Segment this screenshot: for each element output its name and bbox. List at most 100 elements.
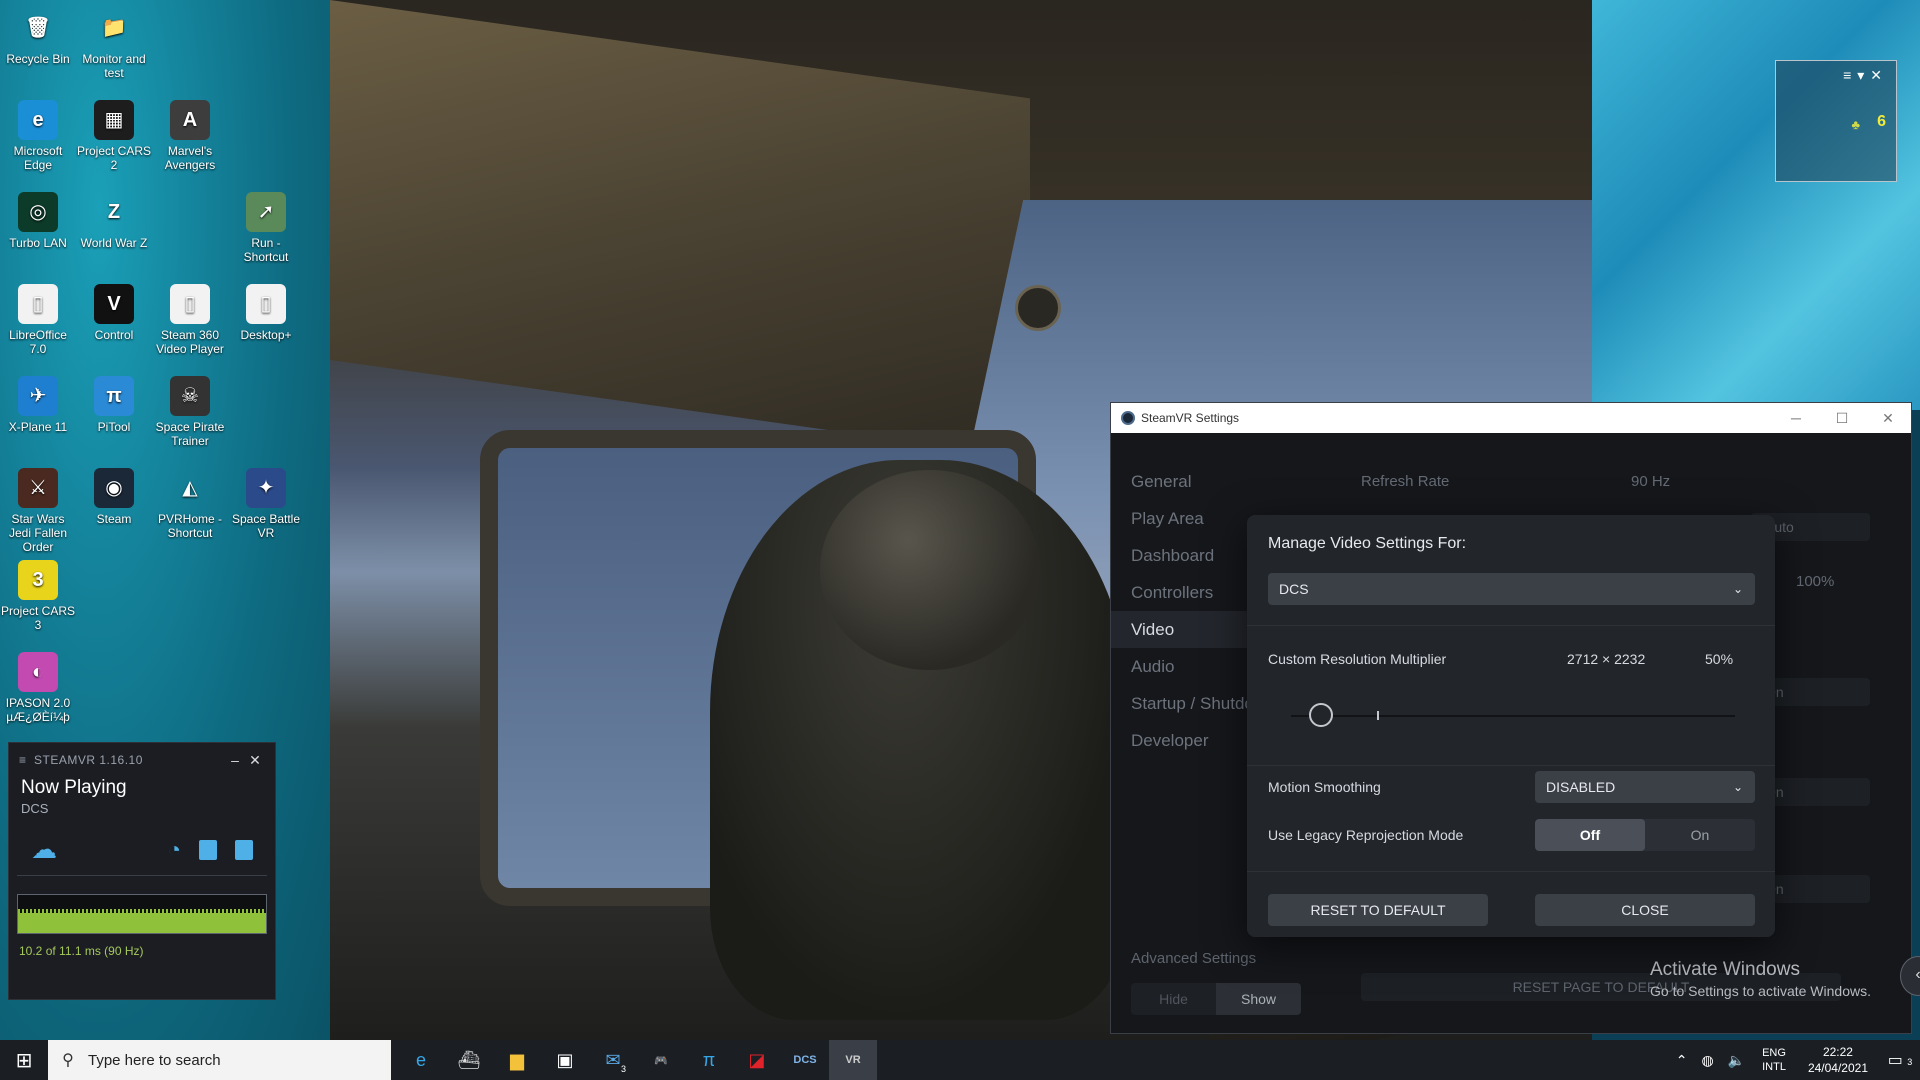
advanced-hide-option[interactable]: Hide xyxy=(1131,983,1216,1015)
settings-nav-item[interactable]: Play Area xyxy=(1111,500,1251,537)
steamvr-status-window[interactable]: ≡ STEAMVR 1.16.10 – ✕ Now Playing DCS ☁ … xyxy=(8,742,276,1000)
divider xyxy=(1247,765,1775,766)
frame-timing-graph[interactable] xyxy=(17,894,267,934)
desktop-icon[interactable]: ◎ Turbo LAN xyxy=(0,192,76,250)
desktop-icon[interactable]: 🗑 Recycle Bin xyxy=(0,8,76,66)
desktop-icon[interactable]: V Control xyxy=(76,284,152,342)
desktop-icon[interactable]: ▯ Steam 360 Video Player xyxy=(152,284,228,356)
overlay-controls[interactable]: ≡▾✕ xyxy=(1843,67,1888,84)
settings-nav-item[interactable]: Video xyxy=(1111,611,1251,648)
desktop-icon[interactable]: ◭ PVRHome - Shortcut xyxy=(152,468,228,540)
menu-icon[interactable]: ≡ xyxy=(19,753,26,767)
desktop-icon[interactable]: ▦ Project CARS 2 xyxy=(76,100,152,172)
volume-icon[interactable]: 🔈 xyxy=(1721,1052,1752,1069)
settings-nav-item[interactable]: Developer xyxy=(1111,722,1251,759)
notifications-button[interactable]: ▭ 3 xyxy=(1880,1050,1920,1070)
advanced-settings-toggle[interactable]: Hide Show xyxy=(1131,983,1301,1015)
controller-icon[interactable]: ◔ xyxy=(168,837,181,863)
legacy-reprojection-toggle[interactable]: Off On xyxy=(1535,819,1755,851)
app-select-dropdown[interactable]: DCS ⌄ xyxy=(1268,573,1755,605)
desktop-icon[interactable]: Z World War Z xyxy=(76,192,152,250)
desktop-icon[interactable]: ⚔ Star Wars Jedi Fallen Order xyxy=(0,468,76,554)
desktop-icon[interactable]: e Microsoft Edge xyxy=(0,100,76,172)
language-indicator[interactable]: ENG INTL xyxy=(1752,1046,1796,1074)
app-icon: ⚔ xyxy=(18,468,58,508)
settings-nav-item[interactable]: Controllers xyxy=(1111,574,1251,611)
overhead-panel xyxy=(330,0,1030,459)
settings-nav-item[interactable]: General xyxy=(1111,463,1251,500)
desktop-icon-label: World War Z xyxy=(80,236,148,250)
settings-nav-item[interactable]: Audio xyxy=(1111,648,1251,685)
base-station-icon[interactable] xyxy=(199,839,217,860)
start-button[interactable]: ⊞ xyxy=(0,1040,48,1080)
store-icon[interactable]: ▣ xyxy=(541,1040,589,1080)
steamvr-icon[interactable]: VR xyxy=(829,1040,877,1080)
close-button[interactable]: CLOSE xyxy=(1535,894,1755,926)
desktop-icon[interactable]: A Marvel's Avengers xyxy=(152,100,228,172)
chevron-up-icon[interactable]: ⌃ xyxy=(1669,1052,1695,1069)
resolution-slider-thumb[interactable] xyxy=(1309,703,1333,727)
plant-icon: ♣ xyxy=(1851,117,1860,132)
minimize-button[interactable]: – xyxy=(225,752,245,768)
maximize-icon[interactable]: ☐ xyxy=(1819,410,1865,427)
steamvr-version: STEAMVR 1.16.10 xyxy=(34,753,143,767)
clock[interactable]: 22:22 24/04/2021 xyxy=(1796,1044,1880,1076)
gamepad-icon[interactable]: 🎮 xyxy=(637,1040,685,1080)
desktop-icon[interactable]: ◉ Steam xyxy=(76,468,152,526)
pitool-icon[interactable]: π xyxy=(685,1040,733,1080)
app-icon: ◎ xyxy=(18,192,58,232)
close-icon[interactable]: ✕ xyxy=(1865,410,1911,427)
settings-nav-item[interactable]: Dashboard xyxy=(1111,537,1251,574)
desktop-icon[interactable]: π PiTool xyxy=(76,376,152,434)
chevron-down-icon: ⌄ xyxy=(1732,780,1743,794)
now-playing-game: DCS xyxy=(21,801,49,816)
desktop-icon[interactable]: ✦ Space Battle VR xyxy=(228,468,304,540)
app-icon: ▯ xyxy=(18,284,58,324)
desktop-icon-label: Star Wars Jedi Fallen Order xyxy=(8,512,68,554)
desktop-icon-label: Run - Shortcut xyxy=(243,236,289,264)
settings-titlebar[interactable]: SteamVR Settings ─ ☐ ✕ xyxy=(1111,403,1911,433)
desktop-icon[interactable]: 📁 Monitor and test xyxy=(76,8,152,80)
desktop-icon-label: LibreOffice 7.0 xyxy=(9,328,67,356)
desktop-icon[interactable]: ▯ LibreOffice 7.0 xyxy=(0,284,76,356)
steamvr-logo-icon xyxy=(1121,411,1135,425)
desktop-icon-label: Steam 360 Video Player xyxy=(156,328,224,356)
resolution-slider-track[interactable] xyxy=(1291,715,1735,717)
search-placeholder: Type here to search xyxy=(88,1051,221,1069)
motion-smoothing-dropdown[interactable]: DISABLED ⌄ xyxy=(1535,771,1755,803)
app-icon: ◉ xyxy=(94,468,134,508)
steam-vr-boat-icon[interactable]: ⛴ xyxy=(445,1040,493,1080)
base-station-icon[interactable] xyxy=(235,839,253,860)
floating-overlay-widget[interactable]: ≡▾✕ ♣ 6 xyxy=(1775,60,1897,182)
close-button[interactable]: ✕ xyxy=(245,752,265,769)
search-box[interactable]: ⚲ Type here to search xyxy=(48,1040,391,1080)
search-icon: ⚲ xyxy=(62,1052,74,1069)
amd-icon[interactable]: ◪ xyxy=(733,1040,781,1080)
chevron-down-icon: ⌄ xyxy=(1732,582,1743,596)
advanced-show-option[interactable]: Show xyxy=(1216,983,1301,1015)
desktop-icon[interactable]: ◐ IPASON 2.0 µÆ¿ØÈí¼þ xyxy=(0,652,76,724)
minimize-icon[interactable]: ─ xyxy=(1773,410,1819,426)
desktop-icon[interactable]: ➚ Run - Shortcut xyxy=(228,192,304,264)
file-explorer-icon[interactable]: ▆ xyxy=(493,1040,541,1080)
app-icon: e xyxy=(18,100,58,140)
manage-video-settings-dialog[interactable]: Manage Video Settings For: DCS ⌄ Custom … xyxy=(1247,515,1775,937)
mail-icon[interactable]: ✉ 3 xyxy=(589,1040,637,1080)
edge-icon[interactable]: e xyxy=(397,1040,445,1080)
divider xyxy=(1247,625,1775,626)
settings-nav-item[interactable]: Startup / Shutdown xyxy=(1111,685,1251,722)
reset-to-default-button[interactable]: RESET TO DEFAULT xyxy=(1268,894,1488,926)
desktop-icon[interactable]: ✈ X-Plane 11 xyxy=(0,376,76,434)
desktop-icon[interactable]: ☠ Space Pirate Trainer xyxy=(152,376,228,448)
slider-default-tick xyxy=(1377,711,1379,720)
dcs-icon[interactable]: DCS xyxy=(781,1040,829,1080)
legacy-on-option[interactable]: On xyxy=(1645,819,1755,851)
overlay-count: 6 xyxy=(1877,113,1886,130)
desktop-icon-label: Space Battle VR xyxy=(231,512,301,540)
network-icon[interactable]: ◍ xyxy=(1694,1052,1720,1069)
desktop-icon[interactable]: 3 Project CARS 3 xyxy=(0,560,76,632)
desktop-icon[interactable]: ▯ Desktop+ xyxy=(228,284,304,342)
legacy-reprojection-label: Use Legacy Reprojection Mode xyxy=(1268,827,1464,843)
headset-icon[interactable]: ☁ xyxy=(31,834,57,865)
legacy-off-option[interactable]: Off xyxy=(1535,819,1645,851)
